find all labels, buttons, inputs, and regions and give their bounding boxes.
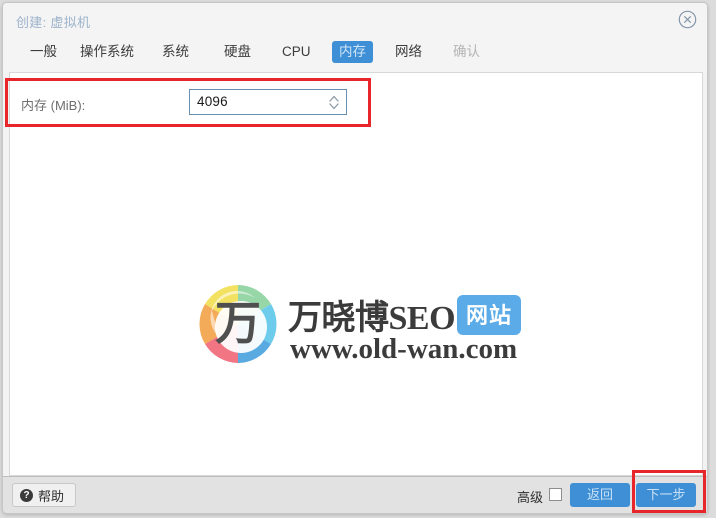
create-vm-dialog: 创建: 虚拟机 一般 操作系统 系统 硬盘 CPU 内存 网络 确认 内存 (M… [2,2,708,514]
watermark-title: 万晓博SEO [288,300,456,337]
memory-input-value: 4096 [197,94,228,109]
tab-network[interactable]: 网络 [388,41,429,63]
help-button-label: 帮助 [38,488,65,504]
watermark-badge: 网站 [457,295,522,335]
tab-os[interactable]: 操作系统 [73,41,141,63]
next-button[interactable]: 下一步 [636,483,696,507]
tab-general[interactable]: 一般 [23,41,64,63]
tab-disk[interactable]: 硬盘 [217,41,258,63]
dialog-titlebar: 创建: 虚拟机 [3,3,707,37]
watermark-logo-icon: 万 [195,281,281,367]
advanced-label: 高级 [516,490,543,505]
close-icon[interactable] [678,10,697,29]
tab-memory[interactable]: 内存 [332,41,373,63]
question-mark-icon: ? [20,488,33,502]
tab-cpu[interactable]: CPU [275,41,318,63]
wizard-content-panel: 内存 (MiB): 4096 万 万晓博SEO 网站 www.old-wan.c… [9,72,703,476]
watermark-overlay: 万 万晓博SEO 网站 www.old-wan.com [195,273,545,383]
memory-label: 内存 (MiB): [21,98,86,113]
wizard-tabbar: 一般 操作系统 系统 硬盘 CPU 内存 网络 确认 [3,37,707,71]
dialog-title: 创建: 虚拟机 [16,15,91,30]
tab-confirm: 确认 [453,44,480,59]
dialog-footer: ? 帮助 高级 返回 下一步 [3,476,707,513]
help-button[interactable]: ? 帮助 [12,483,77,507]
watermark-logo-char: 万 [215,298,261,349]
advanced-checkbox[interactable] [549,488,562,501]
memory-input[interactable]: 4096 [189,89,347,115]
watermark-url: www.old-wan.com [290,333,518,365]
tab-system[interactable]: 系统 [155,41,196,63]
spinner-updown-icon[interactable] [327,93,341,112]
back-button[interactable]: 返回 [570,483,630,507]
